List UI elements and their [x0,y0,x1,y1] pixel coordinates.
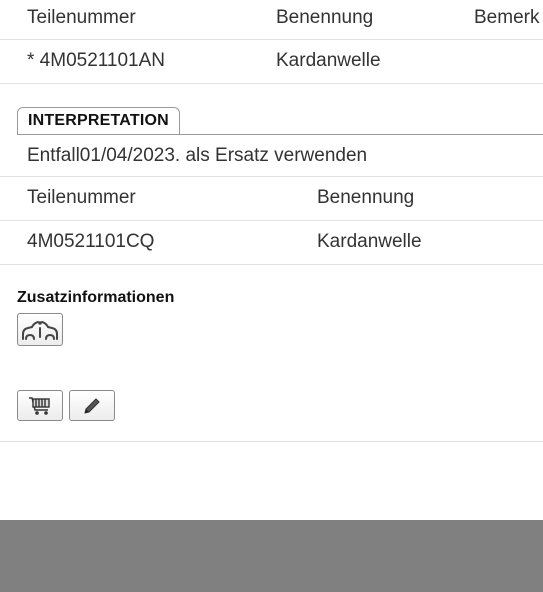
table-row[interactable]: * 4M0521101AN Kardanwelle [0,40,543,84]
vehicle-info-icon [22,320,58,340]
column-header-name: Benennung [317,187,415,208]
part-number-cell: 4M0521101CQ [27,231,155,252]
gray-overlay [0,520,543,592]
edit-button[interactable] [69,390,115,421]
part-name-cell: Kardanwelle [317,231,422,252]
shopping-cart-icon [29,396,50,415]
interpretation-note: Entfall01/04/2023. als Ersatz verwenden [27,145,368,166]
section-divider [0,441,543,442]
pencil-icon [84,397,100,414]
part-number-cell: * 4M0521101AN [27,50,166,71]
column-header-remark: Bemerk [474,7,540,28]
column-header-part-number: Teilenummer [27,187,136,208]
part-detail-panel: Teilenummer Benennung Bemerk * 4M0521101… [0,0,543,520]
interpretation-note-row: Entfall01/04/2023. als Ersatz verwenden [0,135,543,177]
column-header-name: Benennung [276,7,374,28]
table-header-row: Teilenummer Benennung Bemerk [0,0,543,40]
vehicle-info-button[interactable] [17,313,63,346]
interpretation-tab[interactable]: INTERPRETATION [17,107,180,134]
part-name-cell: Kardanwelle [276,50,381,71]
column-header-part-number: Teilenummer [27,7,136,28]
interpretation-header-row: Teilenummer Benennung [0,177,543,221]
add-to-cart-button[interactable] [17,390,63,421]
additional-info-title: Zusatzinformationen [17,289,175,306]
table-row[interactable]: 4M0521101CQ Kardanwelle [0,221,543,265]
